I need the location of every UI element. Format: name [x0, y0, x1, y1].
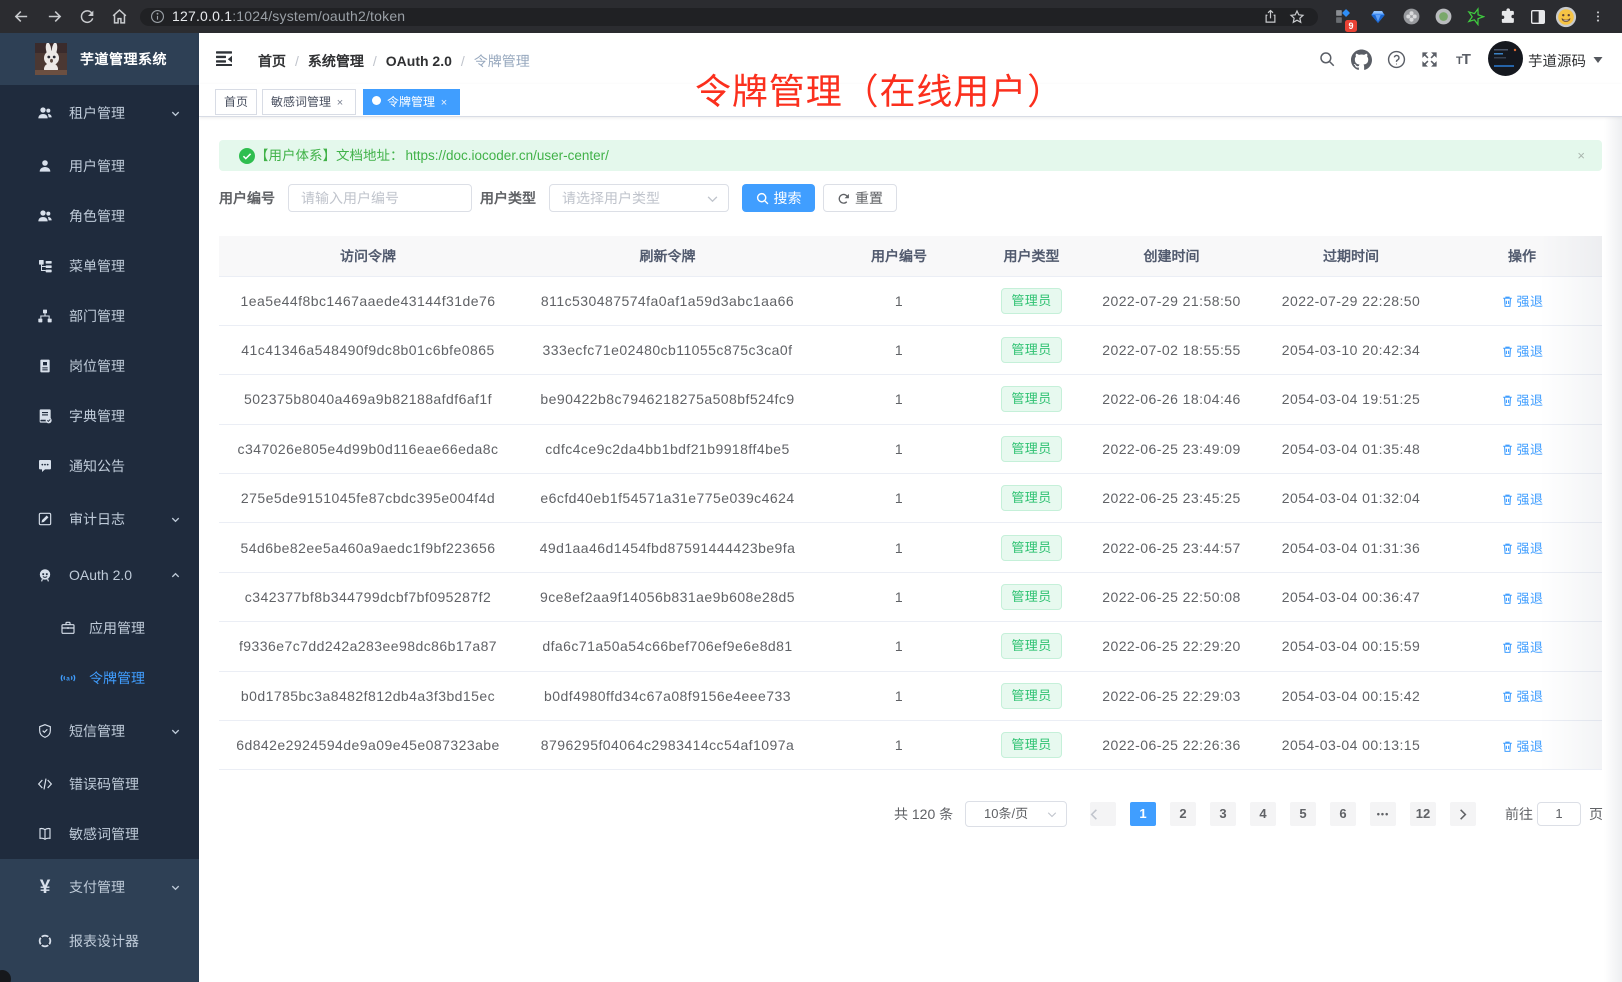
svg-text:a: a — [66, 675, 70, 682]
